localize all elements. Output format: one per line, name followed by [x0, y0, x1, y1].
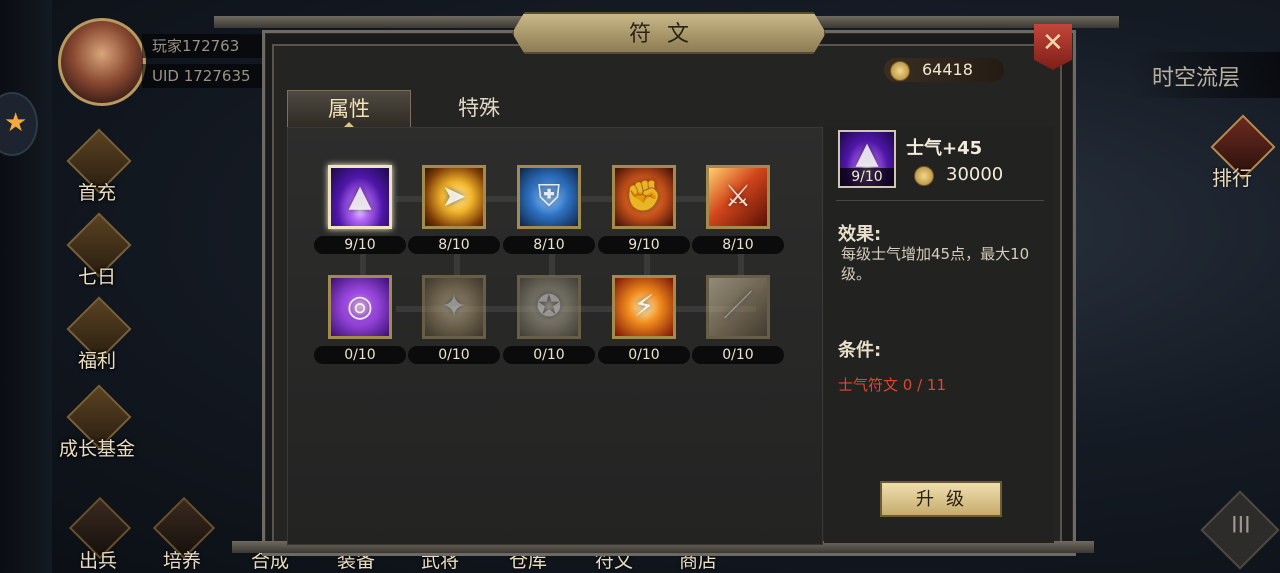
rune-count: 9/10 [598, 236, 690, 254]
rune-connector [549, 252, 555, 276]
rune-connector [360, 252, 366, 276]
rune-slot-10[interactable]: ／ [706, 275, 770, 339]
rune-slot-5[interactable]: ⚔ [706, 165, 770, 229]
rune-count: 8/10 [503, 236, 595, 254]
selected-rune-level: 9/10 [840, 168, 894, 186]
blade-icon: ／ [723, 289, 753, 324]
rune-count: 0/10 [598, 346, 690, 364]
tab-special[interactable]: 特殊 [418, 90, 540, 126]
shield-icon: ⛨ [537, 179, 561, 214]
left-edge-strip [0, 0, 52, 573]
purple-beam-icon: ▲ [348, 179, 372, 214]
upgrade-cost: 30000 [946, 164, 1004, 185]
side-menu-seven-days[interactable]: 七日 [60, 212, 134, 288]
currency-display: 64418 [884, 58, 1004, 82]
rune-connector [454, 252, 460, 276]
rune-slot-9[interactable]: ⚡ [612, 275, 676, 339]
rune-slot-8[interactable]: ✪ [517, 275, 581, 339]
player-avatar[interactable] [58, 18, 146, 106]
nav-label: 出兵 [78, 550, 117, 572]
muscle-icon: ✊ [625, 179, 663, 214]
player-name: 玩家172763 [142, 34, 272, 58]
side-menu-welfare[interactable]: 福利 [60, 296, 134, 372]
rune-slot-7[interactable]: ✦ [422, 275, 486, 339]
rune-slot-2[interactable]: ➤ [422, 165, 486, 229]
rune-count: 0/10 [503, 346, 595, 364]
condition-requirement: 士气符文 0 / 11 [838, 376, 946, 394]
rune-connector [738, 252, 744, 276]
rune-slot-6[interactable]: ◎ [328, 275, 392, 339]
lightning-icon: ⚡ [633, 289, 655, 324]
rune-slot-4[interactable]: ✊ [612, 165, 676, 229]
effect-description: 每级士气增加45点，最大10级。 [841, 245, 1030, 283]
side-menu-label: 成长基金 [58, 438, 135, 460]
side-menu-growth-fund[interactable]: 成长基金 [59, 384, 135, 460]
side-menu-first-recharge[interactable]: 首充 [60, 128, 134, 204]
detail-divider [836, 200, 1044, 201]
close-icon: ✕ [1042, 28, 1064, 58]
flying-kick-icon: ✦ [441, 289, 467, 324]
dash-icon: ➤ [441, 179, 467, 214]
rune-slot-3[interactable]: ⛨ [517, 165, 581, 229]
side-menu-label: 七日 [77, 266, 116, 288]
rune-count: 0/10 [314, 346, 406, 364]
spacetime-mode-button[interactable]: 时空流层 [1130, 52, 1280, 98]
coin-icon [914, 166, 934, 186]
selected-rune-icon: ▲ 9/10 [838, 130, 896, 188]
rune-count: 0/10 [408, 346, 500, 364]
spacetime-mode-label: 时空流层 [1152, 66, 1241, 91]
nav-deploy[interactable]: 出兵 [64, 496, 132, 573]
selected-rune-name: 士气+45 [906, 138, 983, 159]
side-menu-label: 首充 [77, 182, 116, 204]
nav-label: 培养 [162, 550, 201, 572]
upgrade-button[interactable]: 升级 [880, 481, 1002, 517]
nav-train[interactable]: 培养 [148, 496, 216, 573]
side-menu-label: 福利 [77, 350, 116, 372]
menu-icon: III [1231, 513, 1251, 539]
rune-count: 8/10 [692, 236, 784, 254]
rune-count: 9/10 [314, 236, 406, 254]
player-uid: UID 1727635 [142, 64, 272, 88]
rune-count: 0/10 [692, 346, 784, 364]
flaming-sword-icon: ⚔ [724, 179, 752, 214]
coin-icon [890, 61, 910, 81]
currency-amount: 64418 [922, 60, 973, 79]
aura-icon: ✪ [536, 289, 562, 324]
rune-connector [644, 252, 650, 276]
tab-attributes[interactable]: 属性 [287, 90, 411, 128]
star-icon: ★ [4, 108, 28, 138]
rune-count: 8/10 [408, 236, 500, 254]
dialog-title: 符文 [628, 22, 705, 47]
ranking-label: 排行 [1212, 166, 1252, 190]
effect-title: 效果: [838, 224, 882, 245]
condition-title: 条件: [838, 340, 882, 361]
main-menu-button[interactable]: III [1200, 490, 1280, 570]
rune-slot-morale[interactable]: ▲ [328, 165, 392, 229]
ranking-button[interactable]: 排行 [1208, 114, 1276, 198]
purple-vortex-icon: ◎ [346, 289, 374, 324]
